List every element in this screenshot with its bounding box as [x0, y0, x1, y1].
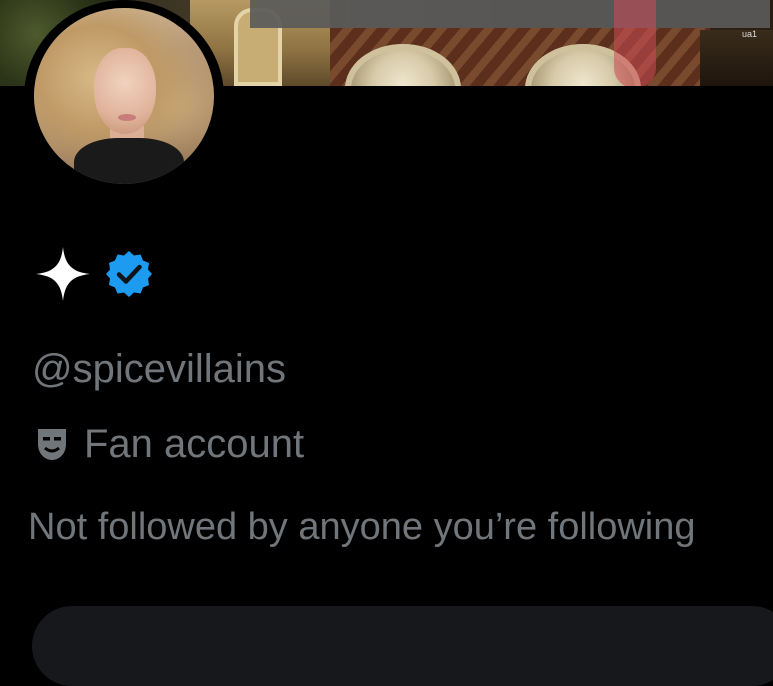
banner-overlay — [250, 0, 770, 28]
profile-action-button[interactable] — [32, 606, 773, 686]
banner-corner-text: ua1 — [742, 29, 758, 39]
followers-you-know-note[interactable]: Not followed by anyone you’re following — [28, 501, 696, 553]
banner-pink-strip — [614, 0, 656, 86]
profile-avatar[interactable] — [24, 0, 224, 194]
avatar-photo — [34, 8, 214, 184]
verified-badge-icon[interactable] — [104, 249, 154, 299]
display-name-row — [34, 246, 154, 302]
category-label: Fan account — [84, 422, 305, 466]
profile-handle: @spicevillains — [32, 347, 287, 391]
profile-category: Fan account — [36, 418, 304, 470]
sparkle-icon — [34, 245, 92, 303]
theater-masks-icon — [36, 426, 68, 462]
banner-right-panel — [700, 30, 773, 86]
